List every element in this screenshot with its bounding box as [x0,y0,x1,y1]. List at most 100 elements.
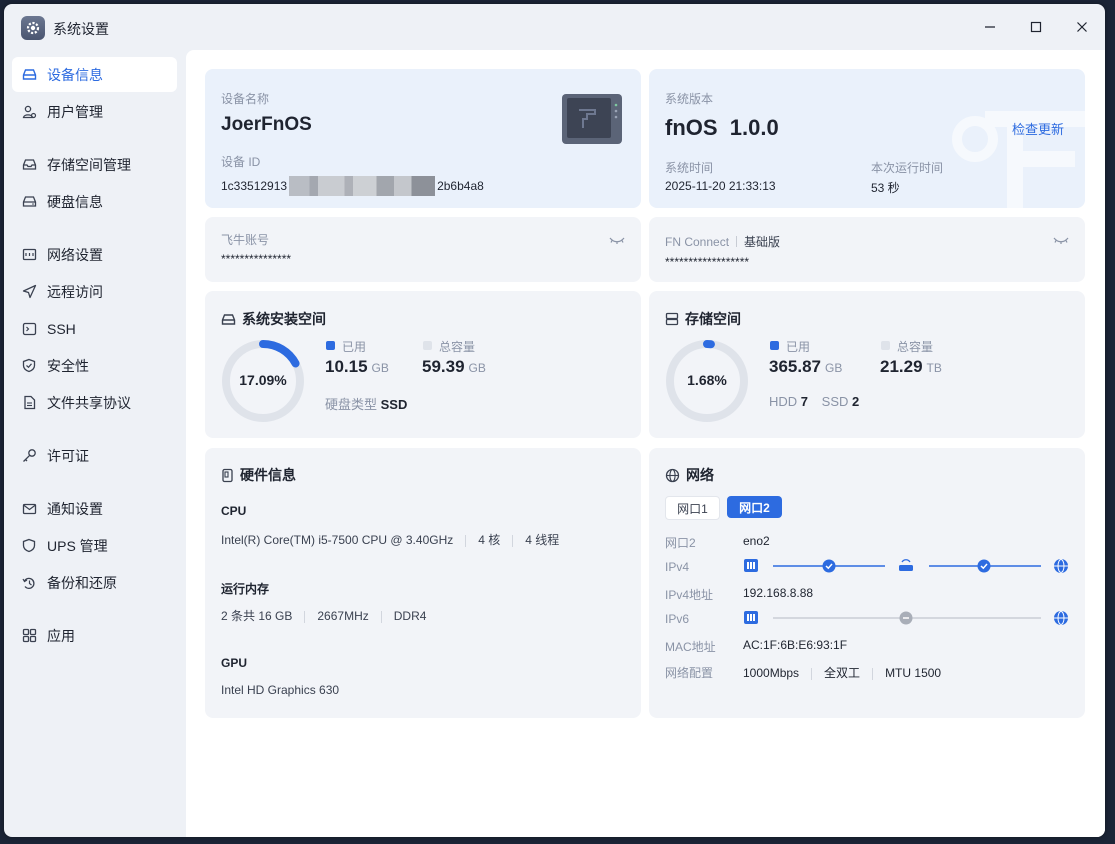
disk-icon [221,313,236,325]
link-speed: 1000Mbps [743,666,800,680]
memory-info: 2 条共 16 GB 2667MHz DDR4 [221,607,426,624]
storage-space-title: 存储空间 [665,309,741,329]
sidebar-item-label: 通知设置 [47,500,103,517]
users-icon [21,104,37,120]
close-button[interactable] [1062,12,1102,42]
ipv4-connection-diagram [744,559,1068,573]
used-value: 10.15 [325,357,368,376]
key-icon [21,448,37,464]
sidebar-item-notification[interactable]: 通知设置 [12,491,177,526]
total-value: 59.39 [422,357,465,376]
sidebar-item-disk[interactable]: 硬盘信息 [12,184,177,219]
total-legend-swatch [881,341,890,350]
gpu-label: GPU [221,656,248,670]
system-space-card: 系统安装空间 17.09% 已用 10.15 GB 总容量 59.39 GB 硬盘类… [205,291,641,438]
tab-port-1[interactable]: 网口1 [665,496,720,520]
used-value: 365.87 [769,357,821,376]
sidebar-item-label: 备份和还原 [47,574,117,591]
total-unit: TB [926,361,942,375]
used-legend-swatch [326,341,335,350]
feiniu-account-label: 飞牛账号 [221,233,270,247]
fn-connect-value: ****************** [665,255,750,269]
device-card: 设备名称 JoerFnOS 设备 ID 1c33512913 2b6b4a8 [205,69,641,208]
sidebar-item-security[interactable]: 安全性 [12,348,177,383]
minimize-button[interactable] [970,12,1010,42]
hdd-count: 7 [800,394,809,409]
title-bar: 系统设置 [4,4,1105,50]
sidebar-item-apps[interactable]: 应用 [12,618,177,653]
sidebar-item-label: 文件共享协议 [47,394,131,411]
storage-icon [21,157,37,173]
mail-icon [21,501,37,517]
hdd-label: HDD [769,394,798,409]
used-unit: GB [825,361,843,375]
globe-icon [665,468,680,482]
total-label: 总容量 [897,340,934,354]
sidebar-item-label: 远程访问 [47,283,103,300]
fn-connect-card: FN Connect 基础版 ****************** [649,217,1085,282]
disk-counts: HDD 7 SSD 2 [769,394,859,409]
ssd-label: SSD [821,394,849,409]
storage-space-used: 365.87 GB [769,357,842,377]
eye-closed-icon[interactable] [609,233,625,251]
used-label: 已用 [786,340,811,354]
device-name-label: 设备名称 [221,92,270,106]
system-space-total: 59.39 GB [422,357,486,377]
check-circle-icon [822,559,836,573]
mac-address: AC:1F:6B:E6:93:1F [743,638,848,652]
storage-space-title-text: 存储空间 [685,311,741,327]
gpu-model: Intel HD Graphics 630 [221,683,340,697]
hardware-title: 硬件信息 [221,465,296,485]
sidebar-item-ups[interactable]: UPS 管理 [12,528,177,563]
system-version-label: 系统版本 [665,92,714,106]
mtu-value: MTU 1500 [885,666,942,680]
total-unit: GB [468,361,486,375]
sidebar-item-remote[interactable]: 远程访问 [12,274,177,309]
sidebar-item-label: 应用 [47,627,75,644]
disk-type-label: 硬盘类型 [325,397,378,412]
cpu-label: CPU [221,504,247,518]
check-update-link[interactable]: 检查更新 [1012,119,1064,138]
gear-icon [21,16,45,40]
total-label: 总容量 [439,340,476,354]
disk-icon [21,194,37,210]
sidebar-item-device-info[interactable]: 设备信息 [12,57,177,92]
device-id-label: 设备 ID [221,155,261,169]
storage-icon [665,312,679,326]
system-version-card: 系统版本 fnOS 1.0.0 检查更新 系统时间 2025-11-20 21:… [649,69,1085,208]
storage-space-percent: 1.68% [687,372,727,388]
network-title-text: 网络 [686,467,714,483]
mac-label: MAC地址 [665,640,716,654]
ipv4-address-label: IPv4地址 [665,588,714,602]
network-settings-icon [21,247,37,263]
send-icon [21,284,37,300]
router-icon [899,565,913,571]
system-version: fnOS 1.0.0 [665,115,779,140]
uptime: 53 秒 [871,181,900,195]
sidebar-item-storage[interactable]: 存储空间管理 [12,147,177,182]
system-space-title-text: 系统安装空间 [242,311,326,327]
shield-icon [21,358,37,374]
memory-frequency: 2667MHz [317,609,369,623]
sidebar-item-network[interactable]: 网络设置 [12,237,177,272]
device-id-mask [289,176,436,196]
sidebar-item-file-sharing[interactable]: 文件共享协议 [12,385,177,420]
interface-value: eno2 [743,534,770,548]
sidebar-item-license[interactable]: 许可证 [12,438,177,473]
divider [736,236,738,247]
device-id-prefix: 1c33512913 [221,179,288,193]
sidebar-item-backup[interactable]: 备份和还原 [12,565,177,600]
ipv4-label: IPv4 [665,560,690,574]
storage-space-total: 21.29 TB [880,357,942,377]
total-value: 21.29 [880,357,923,376]
maximize-button[interactable] [1016,12,1056,42]
sidebar-item-label: 用户管理 [47,103,103,120]
sidebar-item-users[interactable]: 用户管理 [12,94,177,129]
tab-port-2[interactable]: 网口2 [727,496,782,518]
system-space-percent: 17.09% [239,372,287,388]
sidebar-item-ssh[interactable]: SSH [12,311,177,346]
network-config: 1000Mbps 全双工 MTU 1500 [743,664,941,681]
eye-closed-icon[interactable] [1053,233,1069,251]
used-unit: GB [371,361,389,375]
device-info-icon [21,67,37,83]
